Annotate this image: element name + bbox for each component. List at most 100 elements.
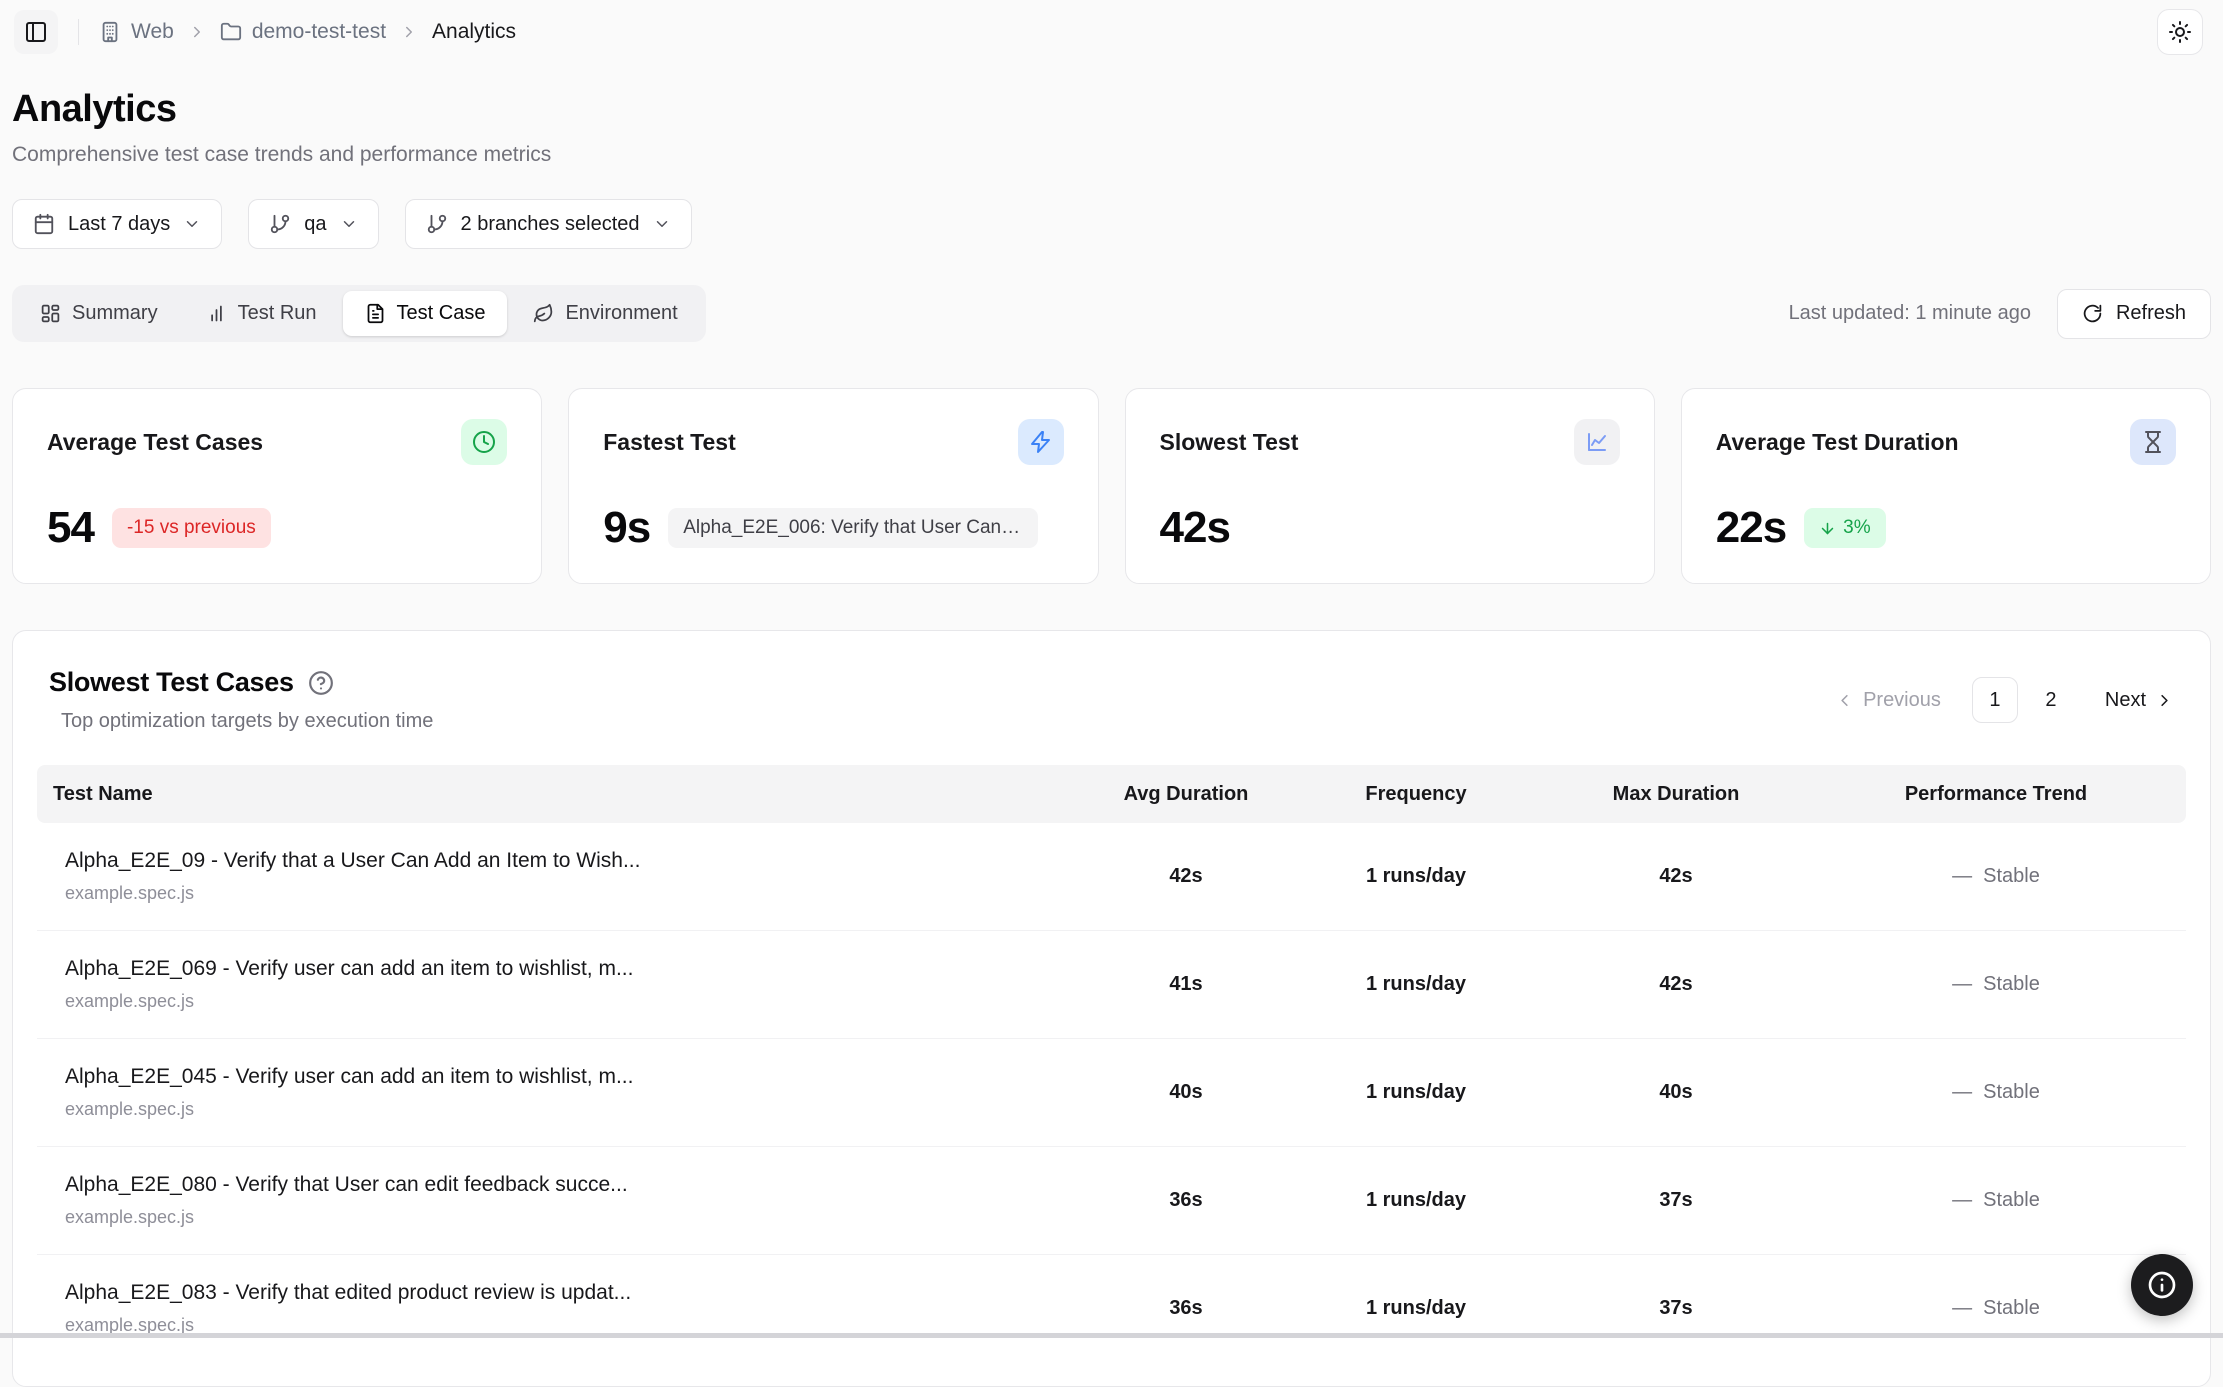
branches-value: 2 branches selected (460, 212, 640, 235)
section-title: Slowest Test Cases (49, 667, 294, 697)
test-name: Alpha_E2E_069 - Verify user can add an i… (65, 957, 634, 980)
max-duration-value: 40s (1659, 1081, 1693, 1103)
tab-summary[interactable]: Summary (18, 291, 180, 336)
breadcrumb-current: Analytics (432, 20, 517, 43)
breadcrumb-project-label: demo-test-test (251, 20, 387, 43)
date-range-value: Last 7 days (68, 212, 171, 235)
column-header-frequency: Frequency (1365, 782, 1467, 805)
stat-card-delta-badge: 3% (1804, 508, 1886, 548)
frequency-value: 1 runs/day (1365, 1189, 1467, 1211)
avg-duration-value: 41s (1169, 973, 1203, 995)
previous-page-button[interactable]: Previous (1835, 689, 1941, 712)
previous-label: Previous (1863, 688, 1941, 711)
theme-toggle-button[interactable] (2157, 9, 2203, 55)
sun-icon (2168, 20, 2192, 44)
stat-card-fastest-test: Fastest Test 9s Alpha_E2E_006: Verify th… (568, 388, 1099, 584)
page-button-2[interactable]: 2 (2028, 677, 2074, 723)
stat-card-value: 42s (1159, 503, 1231, 552)
leaf-icon (533, 303, 554, 324)
stat-card-value: 54 (47, 503, 95, 552)
frequency-value: 1 runs/day (1365, 1297, 1467, 1319)
topbar: Web demo-test-test Analytics (0, 0, 2223, 64)
info-icon (2146, 1269, 2178, 1301)
avg-duration-value: 36s (1169, 1297, 1203, 1319)
date-range-dropdown[interactable]: Last 7 days (12, 199, 223, 249)
table-row[interactable]: Alpha_E2E_045 - Verify user can add an i… (37, 1039, 2186, 1147)
refresh-button[interactable]: Refresh (2056, 288, 2211, 339)
breadcrumb-project[interactable]: demo-test-test (220, 20, 386, 44)
test-name: Alpha_E2E_045 - Verify user can add an i… (65, 1065, 634, 1088)
stable-trend-icon: — (1952, 1081, 1973, 1103)
help-fab-button[interactable] (2131, 1254, 2193, 1316)
test-file: example.spec.js (65, 883, 195, 903)
hourglass-icon (2130, 419, 2176, 465)
stat-card-test-badge: Alpha_E2E_006: Verify that User Can Upd.… (668, 508, 1039, 548)
max-duration-value: 37s (1659, 1189, 1693, 1211)
trend-chart-icon (1573, 419, 1620, 465)
help-circle-icon[interactable] (308, 670, 334, 696)
avg-duration-value: 40s (1169, 1081, 1203, 1103)
stat-card-average-test-duration: Average Test Duration 22s 3% (1680, 388, 2211, 584)
branches-dropdown[interactable]: 2 branches selected (404, 199, 692, 249)
last-updated-text: Last updated: 1 minute ago (1788, 302, 2031, 324)
table-row[interactable]: Alpha_E2E_083 - Verify that edited produ… (37, 1255, 2186, 1362)
test-name: Alpha_E2E_09 - Verify that a User Can Ad… (65, 849, 641, 872)
git-branch-icon (269, 213, 291, 235)
trend-label: Stable (1983, 865, 2040, 887)
page-button-1[interactable]: 1 (1971, 677, 2018, 723)
folder-icon (220, 21, 242, 43)
window-bottom-edge (0, 1333, 2223, 1338)
stat-card-title: Fastest Test (603, 428, 736, 455)
tab-label: Test Case (396, 302, 486, 324)
trend-label: Stable (1983, 973, 2040, 995)
performance-trend-value: — Stable (1806, 1297, 2186, 1320)
stable-trend-icon: — (1952, 1189, 1973, 1211)
tab-test-case[interactable]: Test Case (342, 291, 508, 336)
table-row[interactable]: Alpha_E2E_069 - Verify user can add an i… (37, 931, 2186, 1039)
chevron-right-icon (400, 23, 418, 41)
tab-environment[interactable]: Environment (511, 291, 699, 336)
building-icon (99, 21, 121, 43)
clock-icon (461, 419, 508, 465)
test-file: example.spec.js (65, 1207, 195, 1227)
environment-branch-dropdown[interactable]: qa (248, 199, 379, 249)
refresh-area: Last updated: 1 minute ago Refresh (1788, 288, 2211, 339)
sidebar-toggle-button[interactable] (14, 10, 58, 54)
stat-card-title: Average Test Duration (1715, 428, 1959, 455)
performance-trend-value: — Stable (1806, 1189, 2186, 1212)
calendar-icon (33, 213, 55, 235)
table-body: Alpha_E2E_09 - Verify that a User Can Ad… (37, 823, 2186, 1362)
max-duration-value: 42s (1659, 865, 1693, 887)
table-row[interactable]: Alpha_E2E_080 - Verify that User can edi… (37, 1147, 2186, 1255)
test-name: Alpha_E2E_080 - Verify that User can edi… (65, 1173, 628, 1196)
chevron-down-icon (653, 215, 671, 233)
file-text-icon (365, 303, 386, 324)
table-row[interactable]: Alpha_E2E_09 - Verify that a User Can Ad… (37, 823, 2186, 931)
frequency-value: 1 runs/day (1365, 973, 1467, 995)
chevron-left-icon (1835, 691, 1854, 710)
pagination: Previous 1 2 Next (1835, 677, 2174, 723)
test-name: Alpha_E2E_083 - Verify that edited produ… (65, 1281, 632, 1304)
column-header-test-name: Test Name (53, 782, 153, 805)
main-content: Analytics Comprehensive test case trends… (0, 64, 2223, 1387)
next-page-button[interactable]: Next (2105, 689, 2174, 712)
trend-label: Stable (1983, 1189, 2040, 1211)
chevron-right-icon (188, 23, 206, 41)
page-title: Analytics (12, 88, 177, 130)
breadcrumb-root-label: Web (131, 20, 174, 43)
tab-label: Summary (72, 302, 158, 324)
frequency-value: 1 runs/day (1365, 865, 1467, 887)
tab-label: Test Run (237, 302, 317, 324)
avg-duration-value: 36s (1169, 1189, 1203, 1211)
tab-test-run[interactable]: Test Run (184, 291, 339, 336)
tab-bar: Summary Test Run Test Case Environment (12, 285, 706, 342)
trend-label: Stable (1983, 1081, 2040, 1103)
frequency-value: 1 runs/day (1365, 1081, 1467, 1103)
chevron-down-icon (340, 215, 358, 233)
breadcrumb-root[interactable]: Web (99, 20, 174, 44)
stat-card-average-test-cases: Average Test Cases 54 -15 vs previous (12, 388, 543, 584)
environment-branch-value: qa (304, 212, 327, 235)
git-branch-icon (426, 213, 448, 235)
chevron-right-icon (2155, 691, 2174, 710)
column-header-avg-duration: Avg Duration (1123, 782, 1249, 805)
